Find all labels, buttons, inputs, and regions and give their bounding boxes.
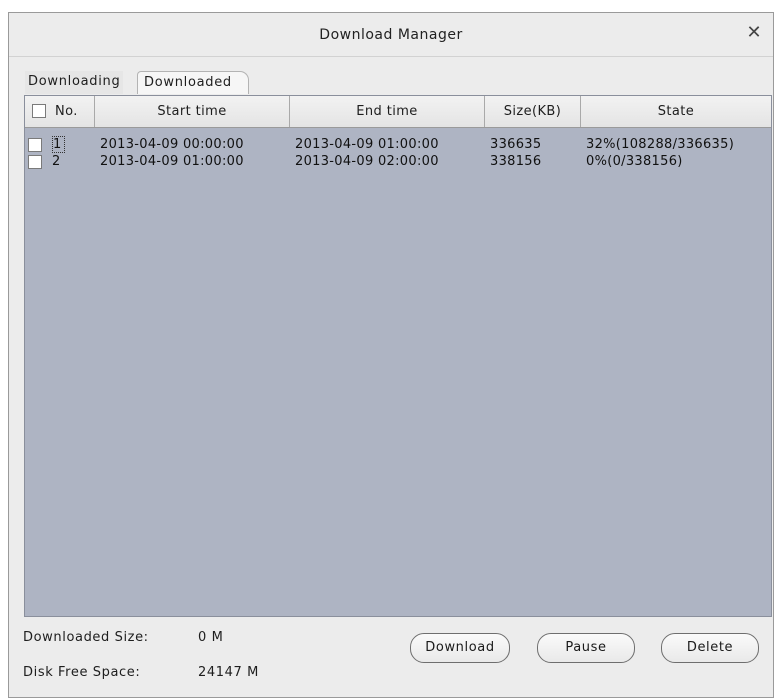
delete-button[interactable]: Delete: [661, 633, 759, 663]
column-header-end-time[interactable]: End time: [290, 96, 485, 127]
row-end-time: 2013-04-09 01:00:00: [295, 137, 439, 152]
pause-button[interactable]: Pause: [537, 633, 635, 663]
window-title: Download Manager: [319, 27, 463, 43]
row-state: 32%(108288/336635): [586, 137, 735, 152]
disk-free-space-value: 24147 M: [198, 665, 259, 680]
row-end-time: 2013-04-09 02:00:00: [295, 154, 439, 169]
row-size: 338156: [490, 154, 542, 169]
title-bar: Download Manager ✕: [9, 13, 773, 57]
column-header-state[interactable]: State: [581, 96, 771, 127]
row-number: 1: [52, 136, 65, 153]
column-header-no-label: No.: [55, 104, 78, 119]
download-list: No. Start time End time Size(KB) State 1…: [24, 95, 772, 617]
downloaded-size-value: 0 M: [198, 630, 224, 645]
disk-free-space-label: Disk Free Space:: [23, 665, 141, 680]
table-header: No. Start time End time Size(KB) State: [25, 96, 771, 128]
row-state: 0%(0/338156): [586, 154, 683, 169]
download-manager-window: Download Manager ✕ Downloading Downloade…: [8, 12, 774, 698]
row-checkbox[interactable]: [28, 155, 42, 169]
close-icon[interactable]: ✕: [743, 22, 765, 44]
row-checkbox[interactable]: [28, 138, 42, 152]
tab-downloaded[interactable]: Downloaded: [137, 71, 249, 94]
row-size: 336635: [490, 137, 542, 152]
column-header-no[interactable]: No.: [25, 96, 95, 127]
tab-downloading[interactable]: Downloading: [25, 71, 124, 94]
column-header-start-time[interactable]: Start time: [95, 96, 290, 127]
downloaded-size-label: Downloaded Size:: [23, 630, 149, 645]
row-number: 2: [52, 154, 61, 169]
table-row[interactable]: 1 2013-04-09 00:00:00 2013-04-09 01:00:0…: [25, 136, 771, 153]
column-header-size[interactable]: Size(KB): [485, 96, 581, 127]
row-start-time: 2013-04-09 00:00:00: [100, 137, 244, 152]
row-start-time: 2013-04-09 01:00:00: [100, 154, 244, 169]
download-button[interactable]: Download: [410, 633, 510, 663]
table-row[interactable]: 2 2013-04-09 01:00:00 2013-04-09 02:00:0…: [25, 153, 771, 170]
select-all-checkbox[interactable]: [32, 104, 46, 118]
